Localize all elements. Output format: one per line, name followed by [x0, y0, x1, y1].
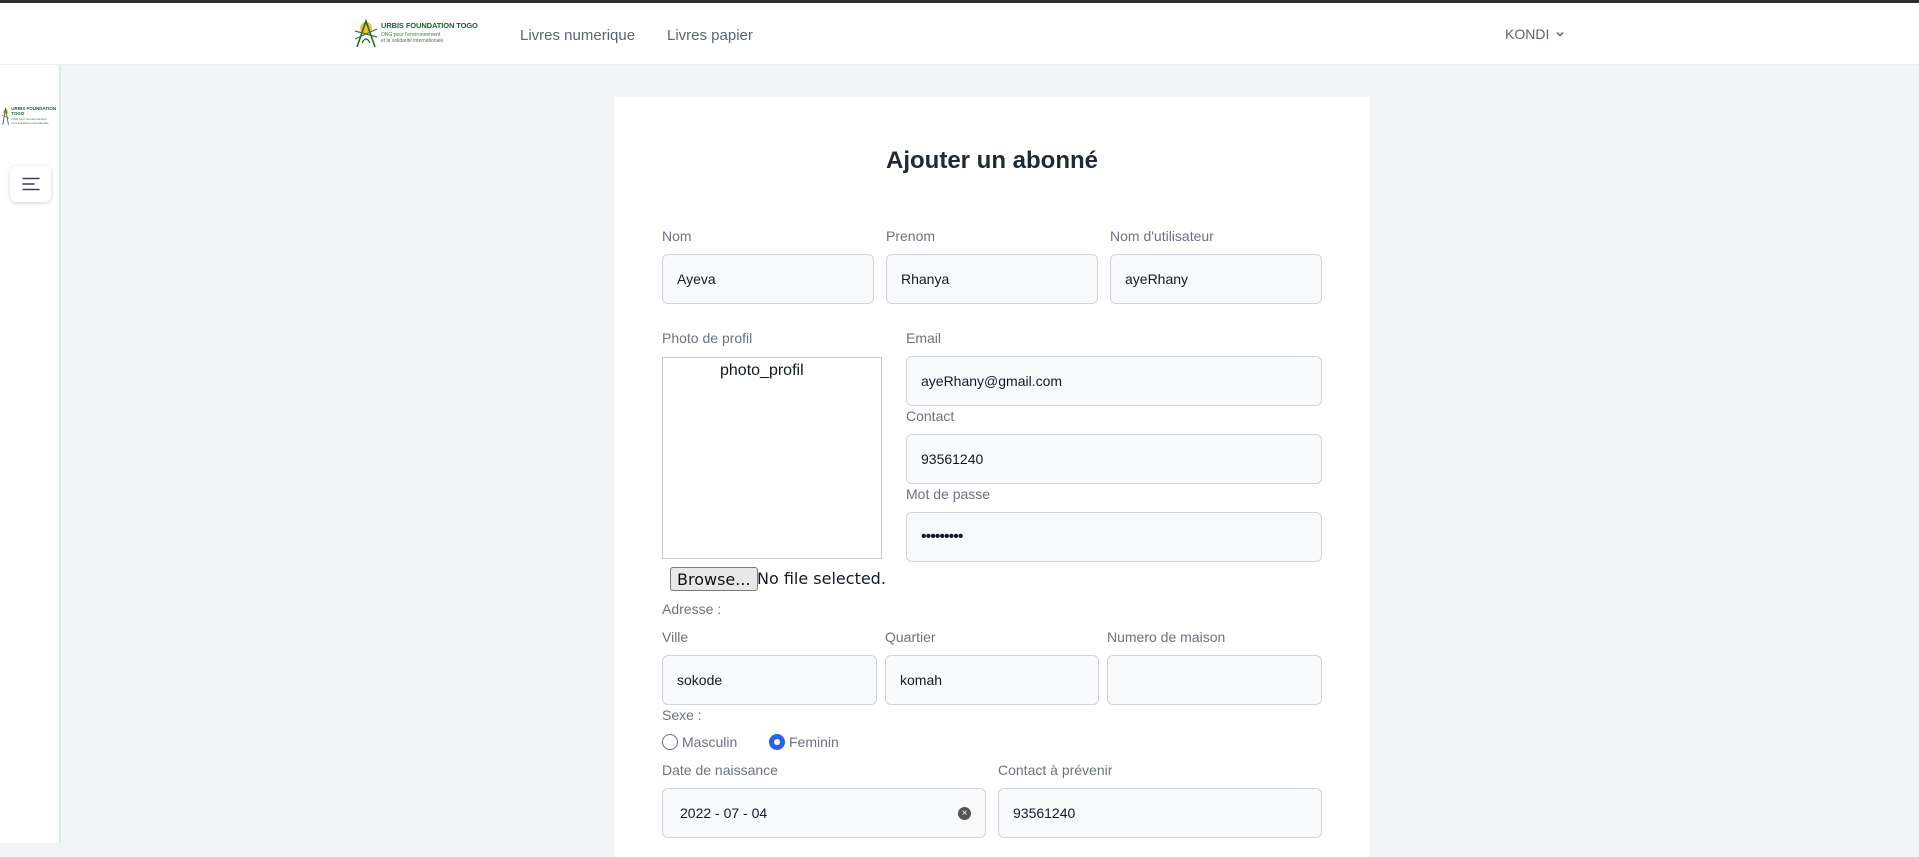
urbis-logo-icon	[354, 18, 378, 48]
naissance-label: Date de naissance	[662, 762, 778, 778]
quartier-input[interactable]: komah	[885, 655, 1099, 705]
nav-link-livres-papier[interactable]: Livres papier	[667, 27, 753, 44]
email-label: Email	[906, 330, 942, 346]
chevron-down-icon	[1556, 31, 1564, 37]
sexe-label: Sexe :	[662, 707, 702, 723]
top-navbar: URBIS FOUNDATION TOGO ONG pour l'environ…	[0, 3, 1919, 65]
radio-masculin[interactable]: Masculin	[662, 734, 737, 750]
radio-feminin[interactable]: Feminin	[769, 734, 839, 750]
contact-label: Contact	[906, 408, 955, 424]
prenom-input[interactable]: Rhanya	[886, 254, 1098, 304]
email-input[interactable]: ayeRhany@gmail.com	[906, 356, 1322, 406]
sidebar-brand-subtitle-line2: et la solidarité internationale	[11, 121, 49, 125]
photo-label: Photo de profil	[662, 330, 753, 346]
prenom-label: Prenom	[886, 228, 936, 244]
radio-feminin-label: Feminin	[789, 734, 839, 750]
file-status: No file selected.	[757, 569, 886, 588]
sidebar-logo[interactable]: URBIS FOUNDATION TOGO ONG pour l'environ…	[2, 103, 59, 129]
contact-urgence-input[interactable]: 93561240	[998, 788, 1322, 838]
username-input[interactable]: ayeRhany	[1110, 254, 1322, 304]
sidebar: URBIS FOUNDATION TOGO ONG pour l'environ…	[0, 65, 61, 843]
hamburger-menu-icon	[21, 177, 40, 191]
password-input[interactable]: •••••••••	[906, 512, 1322, 562]
ville-input[interactable]: sokode	[662, 655, 877, 705]
adresse-label: Adresse :	[662, 601, 722, 617]
quartier-label: Quartier	[885, 629, 936, 645]
urbis-logo-icon	[2, 107, 10, 125]
nom-input[interactable]: Ayeva	[662, 254, 874, 304]
clear-date-icon[interactable]: ×	[958, 807, 971, 820]
radio-masculin-label: Masculin	[682, 734, 738, 750]
brand-subtitle-line2: et la solidarité internationale	[381, 37, 444, 44]
add-subscriber-form: Ajouter un abonné Nom Ayeva Prenom Rhany…	[614, 97, 1370, 857]
browse-button[interactable]: Browse...	[670, 567, 758, 591]
nom-label: Nom	[662, 228, 692, 244]
brand-title: URBIS FOUNDATION TOGO	[381, 21, 478, 31]
radio-feminin-button[interactable]	[769, 734, 785, 750]
user-name: KONDI	[1505, 26, 1550, 42]
date-naissance-value: 2022 - 07 - 04	[680, 805, 768, 821]
menu-toggle-button[interactable]	[10, 166, 51, 202]
contact-input[interactable]: 93561240	[906, 434, 1322, 484]
maison-label: Numero de maison	[1107, 629, 1226, 645]
urgence-label: Contact à prévenir	[998, 762, 1113, 778]
nav-link-livres-numerique[interactable]: Livres numerique	[520, 27, 635, 44]
photo-alt-text: photo_profil	[720, 362, 804, 379]
profile-photo-preview: photo_profil	[662, 357, 882, 559]
password-label: Mot de passe	[906, 486, 991, 502]
radio-masculin-button[interactable]	[662, 734, 678, 750]
username-label: Nom d'utilisateur	[1110, 228, 1214, 244]
sidebar-brand-title: URBIS FOUNDATION TOGO	[11, 106, 57, 116]
maison-input[interactable]	[1107, 655, 1322, 705]
brand-logo[interactable]: URBIS FOUNDATION TOGO ONG pour l'environ…	[354, 17, 478, 49]
user-menu[interactable]: KONDI	[1505, 26, 1565, 42]
date-naissance-input[interactable]: 2022 - 07 - 04 ×	[662, 788, 986, 838]
ville-label: Ville	[662, 629, 689, 645]
page-title: Ajouter un abonné	[886, 147, 1098, 174]
